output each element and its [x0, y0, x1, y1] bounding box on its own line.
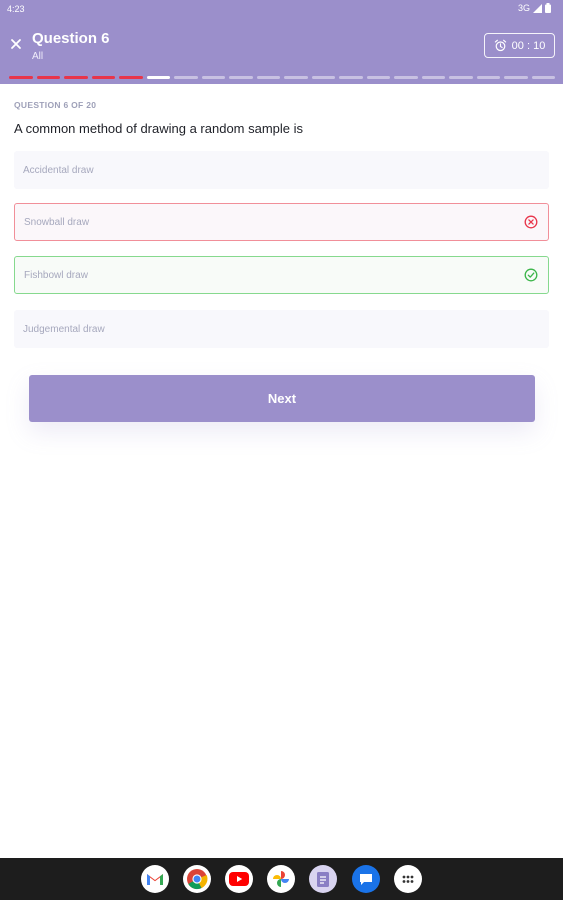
- status-time: 4:23: [7, 4, 25, 14]
- option-1[interactable]: Accidental draw: [14, 151, 549, 189]
- progress-segment: [9, 76, 33, 79]
- app-dock: [0, 858, 563, 900]
- progress-segment: [256, 76, 280, 79]
- page-title: Question 6: [32, 30, 110, 47]
- battery-icon: [545, 3, 551, 13]
- progress-segment: [421, 76, 445, 79]
- correct-answer-icon: [524, 268, 538, 282]
- quiz-screen: 4:23 3G Question 6 All 00: 10 QUESTION …: [0, 0, 563, 900]
- progress-segment: [119, 76, 143, 79]
- app-drawer-icon[interactable]: [394, 865, 422, 893]
- progress-segment: [229, 76, 253, 79]
- close-button[interactable]: [6, 34, 26, 54]
- progress-segment: [174, 76, 198, 79]
- docs-icon[interactable]: [309, 865, 337, 893]
- progress-segment: [311, 76, 335, 79]
- option-3[interactable]: Fishbowl draw: [14, 256, 549, 294]
- timer-badge: 00 : 10: [484, 33, 555, 58]
- question-text: A common method of drawing a random samp…: [14, 121, 304, 136]
- progress-segment: [339, 76, 363, 79]
- status-bar: 4:23 3G: [0, 0, 563, 18]
- next-button[interactable]: Next: [29, 375, 535, 422]
- option-label: Judgemental draw: [23, 323, 105, 335]
- network-type: 3G: [517, 3, 530, 13]
- gmail-icon[interactable]: [141, 865, 169, 893]
- option-label: Fishbowl draw: [24, 269, 88, 281]
- signal-icon: [533, 3, 542, 13]
- progress-segment: [201, 76, 225, 79]
- close-icon: [11, 39, 21, 49]
- question-counter: QUESTION 6 OF 20: [14, 100, 97, 110]
- progress-segment: [36, 76, 60, 79]
- youtube-icon[interactable]: [225, 865, 253, 893]
- progress-segment: [531, 76, 555, 79]
- app-header: 4:23 3G Question 6 All 00: 10: [0, 0, 563, 84]
- wrong-answer-icon: [524, 215, 538, 229]
- progress-segment: [449, 76, 473, 79]
- alarm-clock-icon: [494, 39, 506, 52]
- option-label: Accidental draw: [23, 164, 94, 176]
- timer-value: 00 : 10: [511, 39, 546, 52]
- question-progress: [9, 76, 555, 79]
- option-4[interactable]: Judgemental draw: [14, 310, 549, 348]
- option-2[interactable]: Snowball draw: [14, 203, 549, 241]
- progress-segment: [284, 76, 308, 79]
- progress-segment: [64, 76, 88, 79]
- progress-segment: [394, 76, 418, 79]
- progress-segment: [91, 76, 115, 79]
- progress-segment: [504, 76, 528, 79]
- progress-segment: [366, 76, 390, 79]
- progress-segment: [476, 76, 500, 79]
- chrome-icon[interactable]: [183, 865, 211, 893]
- status-icons: 3G: [518, 3, 551, 13]
- option-label: Snowball draw: [24, 216, 90, 228]
- category-subtitle: All: [32, 51, 44, 62]
- photos-icon[interactable]: [267, 865, 295, 893]
- progress-segment: [146, 76, 170, 79]
- messages-icon[interactable]: [352, 865, 380, 893]
